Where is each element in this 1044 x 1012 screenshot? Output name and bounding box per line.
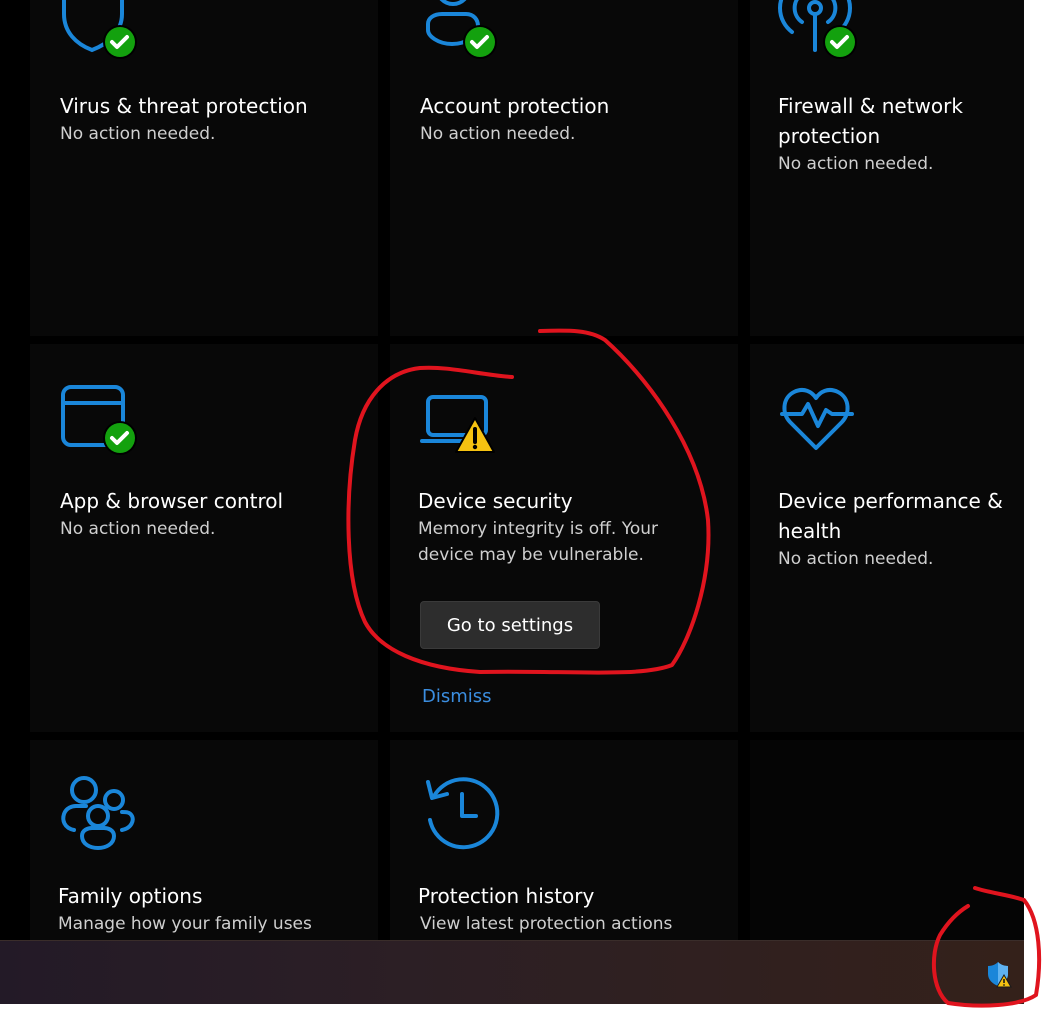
tile-title: Firewall & network protection <box>778 94 963 148</box>
defender-shield-warning-icon[interactable] <box>986 962 1012 988</box>
person-icon <box>420 0 500 60</box>
heartbeat-icon <box>780 384 860 464</box>
app-window-icon <box>60 384 140 464</box>
tile-status-text: No action needed. <box>60 124 216 144</box>
tile-account-protection[interactable]: Account protection No action needed. <box>390 0 738 336</box>
tile-status-text: No action needed. <box>60 519 216 539</box>
tile-firewall-network-protection[interactable]: Firewall & network protection No action … <box>750 0 1024 336</box>
tile-virus-threat-protection[interactable]: Virus & threat protection No action need… <box>30 0 378 336</box>
dismiss-link[interactable]: Dismiss <box>422 684 492 710</box>
tile-title: Device security <box>418 489 573 513</box>
tile-status-text: View latest protection actions <box>420 914 673 934</box>
tile-device-performance-health[interactable]: Device performance & health No action ne… <box>750 344 1024 732</box>
wifi-antenna-icon <box>778 0 860 60</box>
tile-title: Account protection <box>420 94 610 118</box>
tile-family-options[interactable]: Family options Manage how your family us… <box>30 740 378 940</box>
tile-title: App & browser control <box>60 489 284 513</box>
tile-status-text: No action needed. <box>778 549 934 569</box>
tile-title: Family options <box>58 884 203 908</box>
tile-status-text: No action needed. <box>420 124 576 144</box>
tile-empty <box>750 740 1024 940</box>
tile-status-text: No action needed. <box>778 154 934 174</box>
tile-title: Virus & threat protection <box>60 94 308 118</box>
tile-protection-history[interactable]: Protection history View latest protectio… <box>390 740 738 940</box>
windows-security-home: Virus & threat protection No action need… <box>0 0 1024 940</box>
go-to-settings-button[interactable]: Go to settings <box>420 601 600 649</box>
tile-app-browser-control[interactable]: App & browser control No action needed. <box>30 344 378 732</box>
tile-status-text: Memory integrity is off. Your device may… <box>418 519 658 565</box>
tile-title: Device performance & health <box>778 489 1003 543</box>
family-icon <box>60 776 140 856</box>
laptop-icon <box>420 394 500 474</box>
taskbar <box>0 940 1024 1004</box>
tile-device-security[interactable]: Device security Memory integrity is off.… <box>390 344 738 732</box>
tile-status-text: Manage how your family uses <box>58 914 312 934</box>
tile-title: Protection history <box>418 884 595 908</box>
history-clock-icon <box>420 776 500 856</box>
shield-icon <box>60 0 140 60</box>
